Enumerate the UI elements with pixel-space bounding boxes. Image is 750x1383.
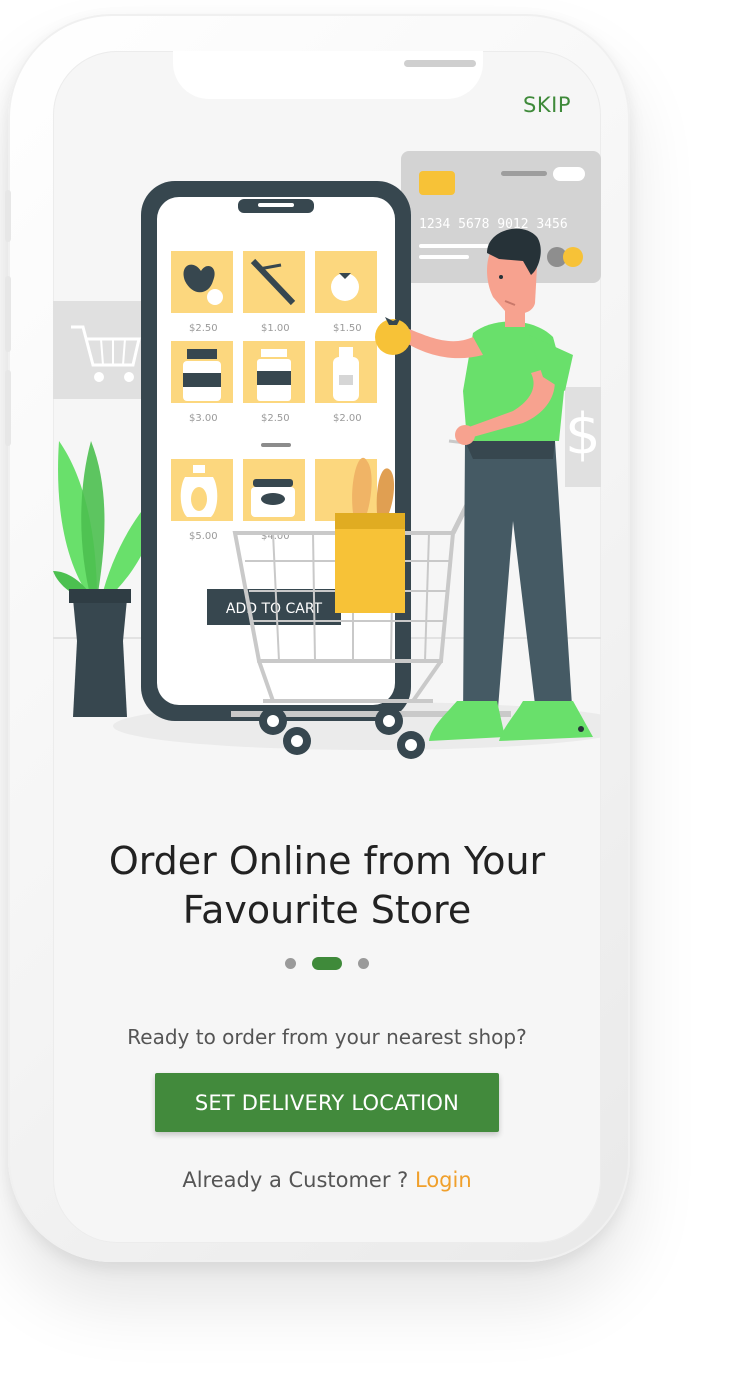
login-prompt: Already a Customer ? Login (53, 1168, 601, 1192)
phone-notch (173, 51, 483, 99)
phone-speaker (404, 60, 476, 67)
pagination-dot-2-active[interactable] (312, 957, 342, 970)
product-price-1: $2.50 (189, 323, 218, 334)
set-delivery-location-button[interactable]: SET DELIVERY LOCATION (155, 1073, 499, 1132)
add-to-cart-graphic-label: ADD TO CART (226, 601, 323, 617)
phone-side-button (5, 190, 11, 242)
shopping-illustration: 1234 5678 9012 3456 $ $2.50 $1.00 $1.50 … (53, 151, 601, 759)
onboarding-title-line-1: Order Online from Your (108, 839, 546, 883)
product-price-2: $1.00 (261, 323, 290, 334)
pagination-dot-1[interactable] (285, 958, 296, 969)
onboarding-title: Order Online from Your Favourite Store (53, 837, 601, 935)
basket-sign-graphic (53, 301, 145, 399)
onboarding-prompt: Ready to order from your nearest shop? (127, 1025, 527, 1049)
phone-volume-down-button (5, 370, 11, 446)
onboarding-title-line-2: Favourite Store (182, 888, 472, 932)
phone-mockup: SKIP 1234 5678 9012 3456 $ $2.50 $1.00 $… (5, 14, 630, 1262)
skip-button[interactable]: SKIP (523, 93, 571, 117)
product-price-5: $2.50 (261, 413, 290, 424)
phone-volume-up-button (5, 276, 11, 352)
app-screen: SKIP 1234 5678 9012 3456 $ $2.50 $1.00 $… (53, 51, 601, 1243)
pagination-dot-3[interactable] (358, 958, 369, 969)
dollar-sign-graphic: $ (565, 387, 601, 487)
login-prefix-text: Already a Customer ? (182, 1168, 409, 1192)
login-link[interactable]: Login (415, 1168, 472, 1192)
product-price-4: $3.00 (189, 413, 218, 424)
product-price-7: $5.00 (189, 531, 218, 542)
pagination-dots (53, 957, 601, 970)
product-price-6: $2.00 (333, 413, 362, 424)
product-price-3: $1.50 (333, 323, 362, 334)
svg-text:$: $ (565, 402, 601, 467)
card-number-text: 1234 5678 9012 3456 (419, 217, 568, 232)
